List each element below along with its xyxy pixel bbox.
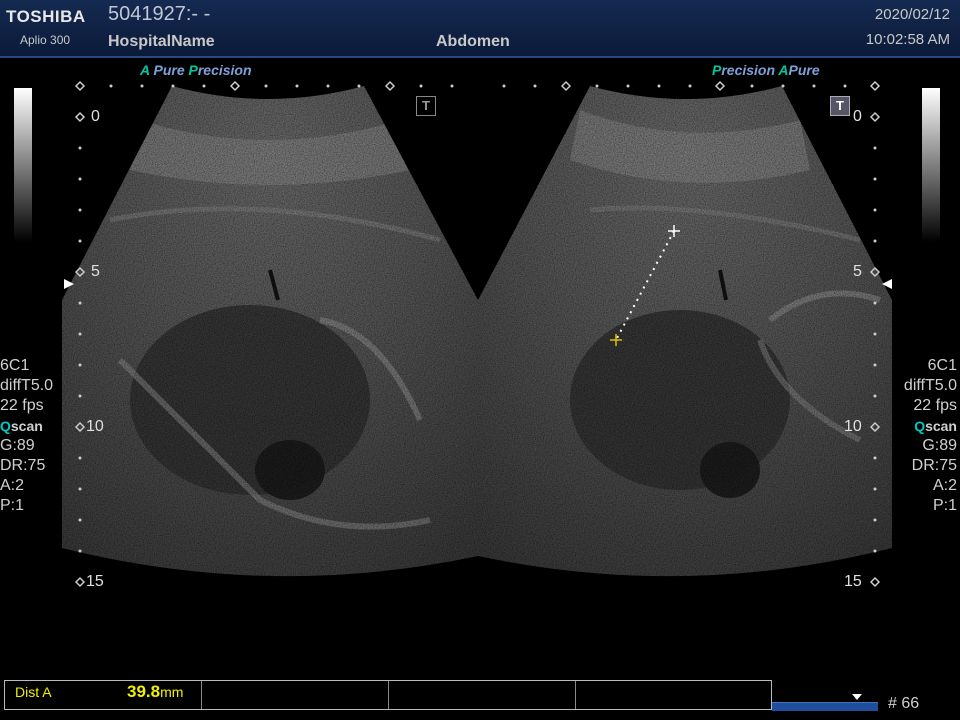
dr-label: DR:75 [0, 457, 46, 474]
measurement-label: Dist A [15, 684, 52, 700]
probe-label: 6C1 [927, 357, 957, 374]
left-grayscale-bar [14, 88, 32, 242]
top-scale-dots [74, 80, 881, 92]
right-scan-params: 6C1 diffT5.0 22 fps Qscan G:89 DR:75 A:2… [904, 356, 957, 516]
p-label: P:1 [0, 497, 25, 514]
right-depth-10: 10 [844, 418, 862, 435]
right-depth-0: 0 [853, 108, 862, 125]
right-mode-label: Precision APure [712, 62, 820, 78]
cine-progress-bar[interactable] [772, 702, 878, 711]
gain-label: G:89 [922, 437, 957, 454]
a-label: A:2 [932, 477, 957, 494]
cine-frame-number: # 66 [888, 695, 920, 712]
left-depth-10: 10 [86, 418, 104, 435]
p-label: P:1 [932, 497, 957, 514]
right-grayscale-bar [922, 88, 940, 242]
left-depth-5: 5 [91, 263, 100, 280]
gain-label: G:89 [0, 437, 35, 454]
left-sector-image [62, 86, 478, 577]
measurement-cell-empty [389, 681, 576, 709]
left-mode-label: A Pure Precision [140, 62, 252, 78]
left-scan-params: 6C1 diffT5.0 22 fps Qscan G:89 DR:75 A:2… [0, 356, 53, 516]
qscan-label: Qscan [914, 418, 957, 434]
cine-position-marker[interactable] [852, 694, 862, 700]
ultrasound-dual-view [62, 80, 892, 588]
measurement-panel: Dist A 39.8mm [4, 680, 772, 710]
harmonic-label: diffT5.0 [903, 377, 957, 394]
fps-label: 22 fps [913, 397, 957, 414]
qscan-label: Qscan [0, 418, 43, 434]
right-depth-15: 15 [844, 573, 862, 590]
top-scale-small-dots [109, 84, 847, 88]
harmonic-label: diffT5.0 [0, 377, 54, 394]
right-depth-5: 5 [853, 263, 862, 280]
left-depth-0: 0 [91, 108, 100, 125]
dr-label: DR:75 [911, 457, 957, 474]
measurement-cell-empty [576, 681, 770, 709]
right-sector-image [478, 86, 892, 577]
right-orientation-marker[interactable]: T [830, 96, 850, 116]
measurement-cell-dist-a[interactable]: Dist A 39.8mm [5, 681, 202, 709]
left-orientation-marker[interactable]: T [416, 96, 436, 116]
measurement-value: 39.8mm [127, 682, 184, 701]
probe-label: 6C1 [0, 357, 30, 374]
measurement-cell-empty [202, 681, 389, 709]
fps-label: 22 fps [0, 397, 44, 414]
a-label: A:2 [0, 477, 25, 494]
left-depth-15: 15 [86, 573, 104, 590]
